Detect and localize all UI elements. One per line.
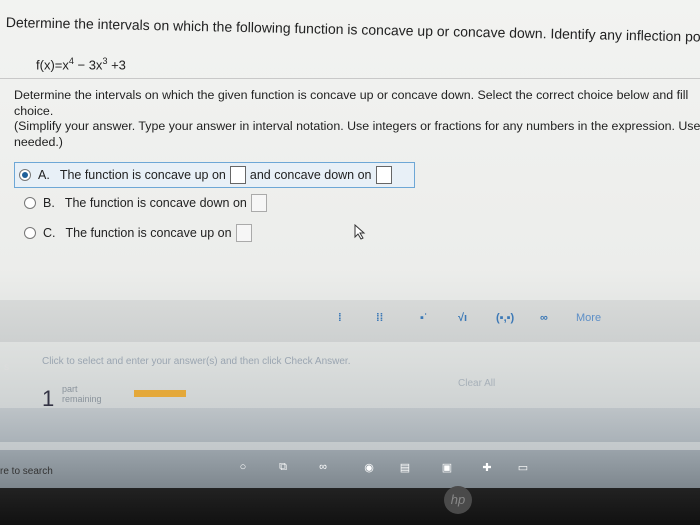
instructions-line-3: (Simplify your answer. Type your answer … [14,119,700,133]
task-view-icon[interactable]: ⧉ [276,461,290,475]
question-title: Determine the intervals on which the fol… [5,14,700,46]
clear-all-button[interactable]: Clear All [458,378,495,389]
sqrt-icon[interactable]: √ı [458,312,467,324]
mouse-pointer-icon [354,224,366,240]
choice-b-letter: B. [43,196,55,210]
parts-remaining-label: part remaining [62,384,102,404]
game-icon[interactable]: ✚ [480,461,494,475]
chrome-icon[interactable]: ◉ [362,461,376,475]
fraction-icon[interactable]: ⁞ [338,312,342,324]
choice-a[interactable]: A. The function is concave up on and con… [14,162,415,188]
monitor-bezel [0,488,700,525]
navigation-bar [0,408,700,442]
cortana-icon[interactable]: ○ [236,461,250,475]
choice-c[interactable]: C. The function is concave up on [24,224,256,242]
question-header: Determine the intervals on which the fol… [0,0,700,79]
instructions-line-4: needed.) [14,134,63,149]
edge-icon[interactable]: ∞ [316,461,330,475]
choice-a-text: The function is concave up on [59,168,226,182]
choice-a-text-2: and concave down on [249,168,372,182]
instructions: Determine the intervals on which the giv… [14,88,700,150]
progress-bar [134,390,186,397]
hint-text: Click to select and enter your answer(s)… [42,356,351,367]
mixed-number-icon[interactable]: ⁞⁞ [376,312,383,324]
hp-logo: hp [444,486,472,514]
interval-icon[interactable]: (▪,▪) [496,312,514,324]
parts-label-2: remaining [62,394,102,404]
function-expression: f(x)=x4 − 3x3 +3 [36,56,126,73]
math-toolbar: ⁞ ⁞⁞ ▪ˈ √ı (▪,▪) ∞ More [0,300,700,342]
radio-icon[interactable] [24,197,36,209]
taskbar [0,450,700,488]
instructions-line-2: choice. [14,103,54,118]
concave-up-input[interactable] [229,166,246,184]
instructions-line-1: Determine the intervals on which the giv… [14,88,689,102]
side-label: s [4,362,9,373]
choice-c-letter: C. [43,226,56,240]
radio-selected-icon[interactable] [19,169,31,181]
choice-a-letter: A. [38,168,50,182]
more-button[interactable]: More [576,312,601,324]
radio-icon[interactable] [24,227,36,239]
app-icon[interactable]: ▤ [398,461,412,475]
choice-b[interactable]: B. The function is concave down on [24,194,271,212]
parts-label-1: part [62,384,78,394]
infinity-icon[interactable]: ∞ [540,312,548,324]
concave-down-input[interactable] [375,166,392,184]
choice-c-text: The function is concave up on [65,226,232,240]
choice-c-input[interactable] [235,224,252,242]
screen: Determine the intervals on which the fol… [0,0,700,488]
folder-icon[interactable]: ▭ [516,461,530,475]
taskbar-search[interactable]: re to search [0,466,53,477]
store-icon[interactable]: ▣ [440,461,454,475]
choice-b-text: The function is concave down on [64,196,247,210]
choice-b-input[interactable] [250,194,267,212]
exponent-icon[interactable]: ▪ˈ [420,312,428,324]
